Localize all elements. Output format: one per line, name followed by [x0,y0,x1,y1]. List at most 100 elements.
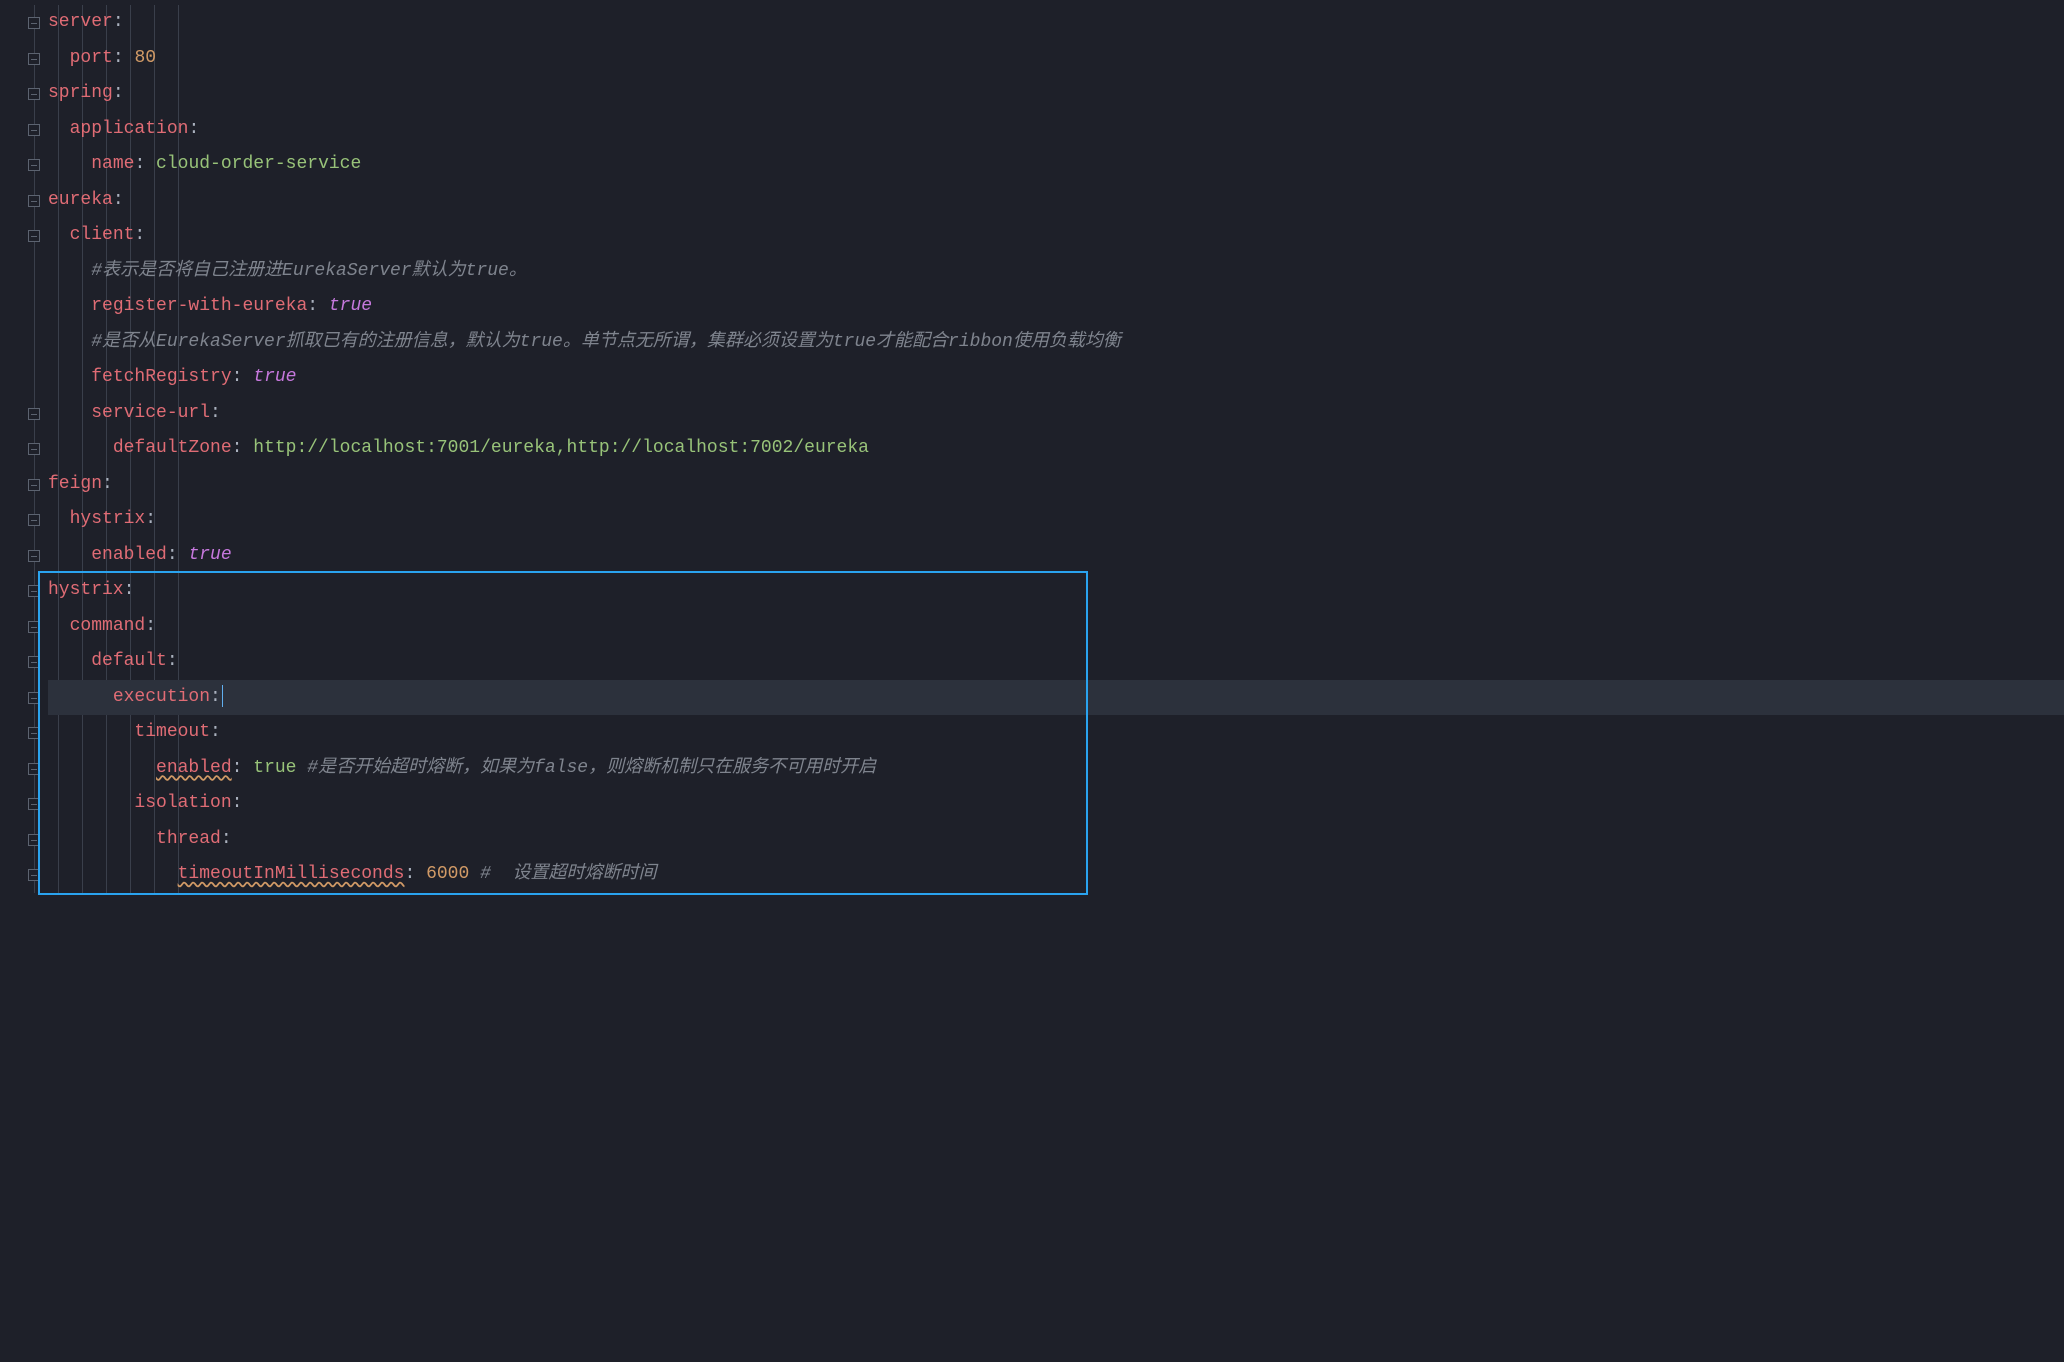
fold-toggle-icon[interactable] [28,621,40,633]
code-line[interactable]: enabled: true #是否开始超时熔断，如果为false，则熔断机制只在… [48,751,2064,787]
fold-toggle-icon[interactable] [28,159,40,171]
code-line[interactable]: #是否从EurekaServer抓取已有的注册信息，默认为true。单节点无所谓… [48,325,2064,361]
token-key: name [91,154,134,174]
token-key: port [70,48,113,68]
token-str: http://localhost:7001/eureka,http://loca… [253,438,869,458]
token-bool: true [253,367,296,387]
code-line[interactable]: hystrix: [48,502,2064,538]
code-line[interactable]: hystrix: [48,573,2064,609]
code-line[interactable]: application: [48,112,2064,148]
token-key: service-url [91,403,210,423]
token-comment: #表示是否将自己注册进EurekaServer默认为true。 [91,261,527,281]
text-cursor [222,685,223,707]
token-key: eureka [48,190,113,210]
code-line[interactable]: port: 80 [48,41,2064,77]
gutter [0,5,48,893]
fold-toggle-icon[interactable] [28,798,40,810]
token-colon: : [221,829,232,849]
code-line[interactable]: timeoutInMilliseconds: 6000 # 设置超时熔断时间 [48,857,2064,893]
code-line[interactable]: thread: [48,822,2064,858]
code-line[interactable]: timeout: [48,715,2064,751]
token-colon: : [145,509,156,529]
code-line[interactable]: command: [48,609,2064,645]
token-colon: : [188,119,199,139]
fold-toggle-icon[interactable] [28,692,40,704]
token-colon [296,758,307,778]
token-colon: : [307,296,329,316]
token-colon: : [210,403,221,423]
token-key: client [70,225,135,245]
code-line[interactable]: server: [48,5,2064,41]
code-line[interactable]: fetchRegistry: true [48,360,2064,396]
token-colon: : [232,758,254,778]
token-bool: true [329,296,372,316]
token-comment: # 设置超时熔断时间 [480,864,656,884]
token-colon: : [404,864,426,884]
token-colon [469,864,480,884]
token-key: command [70,616,146,636]
token-key: timeoutInMilliseconds [178,864,405,884]
code-line[interactable]: default: [48,644,2064,680]
fold-toggle-icon[interactable] [28,585,40,597]
code-line[interactable]: #表示是否将自己注册进EurekaServer默认为true。 [48,254,2064,290]
token-colon: : [232,438,254,458]
token-key: server [48,12,113,32]
fold-toggle-icon[interactable] [28,443,40,455]
fold-toggle-icon[interactable] [28,124,40,136]
fold-toggle-icon[interactable] [28,408,40,420]
token-key: enabled [156,758,232,778]
token-colon: : [232,793,243,813]
fold-toggle-icon[interactable] [28,479,40,491]
token-key: feign [48,474,102,494]
code-editor[interactable]: server: port: 80spring: application: nam… [0,5,2064,893]
fold-toggle-icon[interactable] [28,869,40,881]
token-colon: : [167,545,189,565]
code-line[interactable]: register-with-eureka: true [48,289,2064,325]
fold-toggle-icon[interactable] [28,88,40,100]
token-key: application [70,119,189,139]
token-comment: #是否开始超时熔断，如果为false，则熔断机制只在服务不可用时开启 [307,758,876,778]
token-colon: : [113,190,124,210]
token-num: 80 [134,48,156,68]
token-key: isolation [134,793,231,813]
fold-toggle-icon[interactable] [28,17,40,29]
fold-toggle-icon[interactable] [28,514,40,526]
code-area[interactable]: server: port: 80spring: application: nam… [0,5,2064,893]
token-colon: : [113,48,135,68]
fold-toggle-icon[interactable] [28,53,40,65]
token-colon: : [210,687,221,707]
token-key: register-with-eureka [91,296,307,316]
token-colon: : [113,12,124,32]
token-key: timeout [134,722,210,742]
fold-toggle-icon[interactable] [28,656,40,668]
code-line[interactable]: service-url: [48,396,2064,432]
code-line[interactable]: isolation: [48,786,2064,822]
code-line[interactable]: client: [48,218,2064,254]
token-key: default [91,651,167,671]
token-num: 6000 [426,864,469,884]
code-line[interactable]: feign: [48,467,2064,503]
token-str: cloud-order-service [156,154,361,174]
token-colon: : [167,651,178,671]
code-line[interactable]: spring: [48,76,2064,112]
code-line[interactable]: name: cloud-order-service [48,147,2064,183]
fold-toggle-icon[interactable] [28,195,40,207]
token-key: hystrix [70,509,146,529]
token-bool: true [188,545,231,565]
token-colon: : [210,722,221,742]
code-line[interactable]: enabled: true [48,538,2064,574]
token-colon: : [134,154,156,174]
fold-toggle-icon[interactable] [28,550,40,562]
code-line[interactable]: execution: [48,680,2064,716]
fold-toggle-icon[interactable] [28,727,40,739]
token-key: spring [48,83,113,103]
fold-toggle-icon[interactable] [28,834,40,846]
token-comment: #是否从EurekaServer抓取已有的注册信息，默认为true。单节点无所谓… [91,332,1121,352]
fold-toggle-icon[interactable] [28,230,40,242]
code-line[interactable]: defaultZone: http://localhost:7001/eurek… [48,431,2064,467]
token-colon: : [113,83,124,103]
fold-toggle-icon[interactable] [28,763,40,775]
token-colon: : [232,367,254,387]
code-line[interactable]: eureka: [48,183,2064,219]
token-key: hystrix [48,580,124,600]
